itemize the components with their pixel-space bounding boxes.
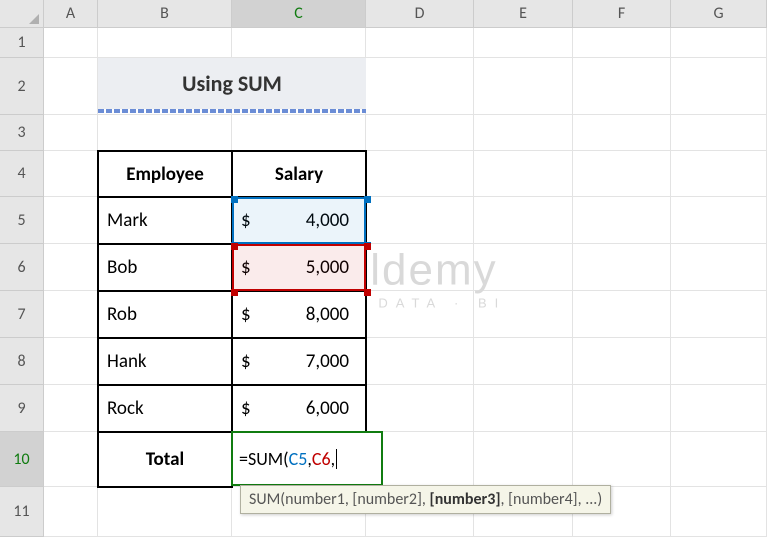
cell-G2[interactable] bbox=[671, 58, 767, 115]
page-title: Using SUM bbox=[98, 58, 366, 109]
cell-G7[interactable] bbox=[671, 291, 767, 338]
col-header-F[interactable]: F bbox=[573, 0, 671, 28]
table-cell-B7[interactable]: Rob bbox=[97, 290, 233, 339]
cell-C3[interactable] bbox=[232, 115, 366, 151]
row-header-5[interactable]: 5 bbox=[0, 197, 44, 244]
table-cell-C8[interactable]: $7,000 bbox=[231, 337, 367, 386]
cell-G4[interactable] bbox=[671, 151, 767, 197]
cell-B1[interactable] bbox=[98, 28, 232, 58]
table-cell-C7[interactable]: $8,000 bbox=[231, 290, 367, 339]
cell-G11[interactable] bbox=[671, 487, 767, 537]
cell-G10[interactable] bbox=[671, 432, 767, 487]
cell-F6[interactable] bbox=[573, 244, 671, 291]
cell-E1[interactable] bbox=[474, 28, 573, 58]
col-header-C[interactable]: C bbox=[232, 0, 366, 28]
cell-E4[interactable] bbox=[474, 151, 573, 197]
select-all-corner[interactable] bbox=[0, 0, 44, 28]
cell-D8[interactable] bbox=[366, 338, 474, 385]
cell-D4[interactable] bbox=[366, 151, 474, 197]
cell-F4[interactable] bbox=[573, 151, 671, 197]
cell-F10[interactable] bbox=[573, 432, 671, 487]
cell-B11[interactable] bbox=[98, 487, 232, 537]
table-cell-C6[interactable]: $5,000 bbox=[231, 243, 367, 292]
cell-E10[interactable] bbox=[474, 432, 573, 487]
row-header-11[interactable]: 11 bbox=[0, 487, 44, 537]
cell-F2[interactable] bbox=[573, 58, 671, 115]
cell-B3[interactable] bbox=[98, 115, 232, 151]
cell-E3[interactable] bbox=[474, 115, 573, 151]
row-header-10[interactable]: 10 bbox=[0, 432, 44, 487]
row-header-6[interactable]: 6 bbox=[0, 244, 44, 291]
cell-G1[interactable] bbox=[671, 28, 767, 58]
cell-E9[interactable] bbox=[474, 385, 573, 432]
table-cell-B5[interactable]: Mark bbox=[97, 196, 233, 245]
cell-A4[interactable] bbox=[44, 151, 98, 197]
formula-edit-cell[interactable]: =SUM(C5,C6, bbox=[231, 431, 383, 486]
table-cell-B4[interactable]: Employee bbox=[97, 150, 233, 198]
title-underline bbox=[98, 109, 366, 113]
cell-A3[interactable] bbox=[44, 115, 98, 151]
text-cursor bbox=[336, 449, 337, 469]
cell-D9[interactable] bbox=[366, 385, 474, 432]
row-header-9[interactable]: 9 bbox=[0, 385, 44, 432]
row-header-3[interactable]: 3 bbox=[0, 115, 44, 151]
cell-A9[interactable] bbox=[44, 385, 98, 432]
cell-E7[interactable] bbox=[474, 291, 573, 338]
cell-A11[interactable] bbox=[44, 487, 98, 537]
table-cell-B8[interactable]: Hank bbox=[97, 337, 233, 386]
col-header-A[interactable]: A bbox=[44, 0, 98, 28]
table-cell-C5[interactable]: $4,000 bbox=[231, 196, 367, 245]
row-header-8[interactable]: 8 bbox=[0, 338, 44, 385]
table-cell-B9[interactable]: Rock bbox=[97, 384, 233, 433]
col-header-B[interactable]: B bbox=[98, 0, 232, 28]
row-header-1[interactable]: 1 bbox=[0, 28, 44, 58]
table-cell-C4[interactable]: Salary bbox=[231, 150, 367, 198]
cell-C1[interactable] bbox=[232, 28, 366, 58]
table-cell-C9[interactable]: $6,000 bbox=[231, 384, 367, 433]
cell-D5[interactable] bbox=[366, 197, 474, 244]
table-cell-B6[interactable]: Bob bbox=[97, 243, 233, 292]
col-header-G[interactable]: G bbox=[671, 0, 767, 28]
cell-G6[interactable] bbox=[671, 244, 767, 291]
cell-F8[interactable] bbox=[573, 338, 671, 385]
cell-D6[interactable] bbox=[366, 244, 474, 291]
col-header-E[interactable]: E bbox=[474, 0, 573, 28]
row-header-7[interactable]: 7 bbox=[0, 291, 44, 338]
cell-E5[interactable] bbox=[474, 197, 573, 244]
cell-E6[interactable] bbox=[474, 244, 573, 291]
cell-D2[interactable] bbox=[366, 58, 474, 115]
cell-D1[interactable] bbox=[366, 28, 474, 58]
cell-A2[interactable] bbox=[44, 58, 98, 115]
cell-F9[interactable] bbox=[573, 385, 671, 432]
cell-E2[interactable] bbox=[474, 58, 573, 115]
cell-G8[interactable] bbox=[671, 338, 767, 385]
cell-F3[interactable] bbox=[573, 115, 671, 151]
formula-tooltip[interactable]: SUM(number1, [number2], [number3], [numb… bbox=[240, 485, 611, 514]
cell-D3[interactable] bbox=[366, 115, 474, 151]
col-header-D[interactable]: D bbox=[366, 0, 474, 28]
cell-A5[interactable] bbox=[44, 197, 98, 244]
cell-D7[interactable] bbox=[366, 291, 474, 338]
cell-G5[interactable] bbox=[671, 197, 767, 244]
cell-E8[interactable] bbox=[474, 338, 573, 385]
cell-F5[interactable] bbox=[573, 197, 671, 244]
cell-F7[interactable] bbox=[573, 291, 671, 338]
cell-G3[interactable] bbox=[671, 115, 767, 151]
cell-A7[interactable] bbox=[44, 291, 98, 338]
column-headers: ABCDEFG bbox=[44, 0, 767, 28]
row-header-2[interactable]: 2 bbox=[0, 58, 44, 115]
table-cell-B10[interactable]: Total bbox=[97, 431, 233, 488]
cell-G9[interactable] bbox=[671, 385, 767, 432]
row-header-4[interactable]: 4 bbox=[0, 151, 44, 197]
cell-A1[interactable] bbox=[44, 28, 98, 58]
cell-A8[interactable] bbox=[44, 338, 98, 385]
cell-F1[interactable] bbox=[573, 28, 671, 58]
cell-A10[interactable] bbox=[44, 432, 98, 487]
cell-A6[interactable] bbox=[44, 244, 98, 291]
row-headers: 1234567891011 bbox=[0, 28, 44, 537]
